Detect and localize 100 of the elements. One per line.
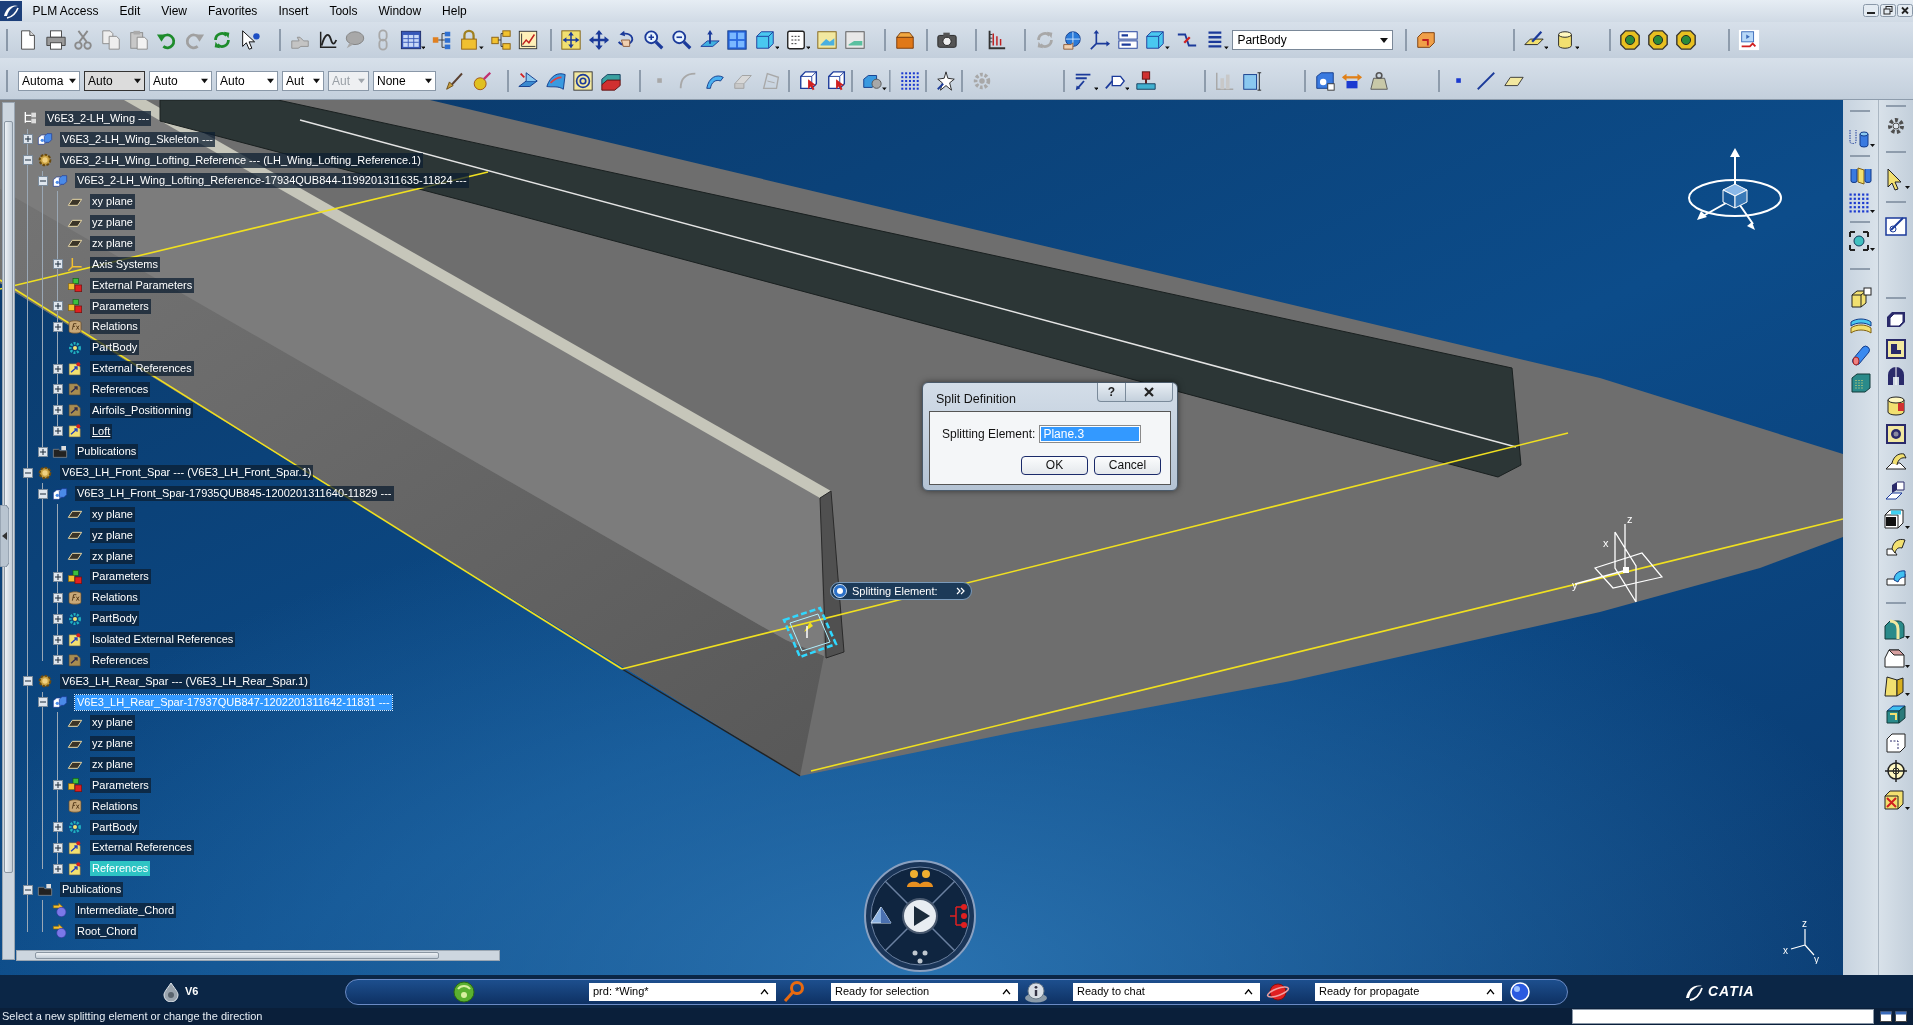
help-button[interactable]: ?: [1097, 383, 1126, 402]
expand-icon[interactable]: [52, 592, 63, 603]
expand-icon[interactable]: [52, 655, 63, 666]
gear-icon[interactable]: [66, 819, 83, 836]
orb-icon[interactable]: [452, 979, 476, 1004]
plane-handle-icon[interactable]: [780, 606, 840, 659]
tree-item[interactable]: V6E3_LH_Front_Spar --- (V6E3_LH_Front_Spar.1): [60, 465, 314, 481]
tree-item[interactable]: PartBody: [90, 611, 140, 627]
tree-item[interactable]: Publications: [75, 444, 139, 460]
chart-icon[interactable]: [517, 29, 540, 51]
cube-pointer-icon[interactable]: [797, 69, 820, 92]
sheet-icon[interactable]: [66, 402, 83, 419]
sphere-arrow-icon[interactable]: [51, 923, 68, 940]
menu-item[interactable]: Insert: [267, 2, 319, 20]
picture-icon[interactable]: [816, 29, 838, 51]
dropdown[interactable]: Auto: [84, 70, 145, 91]
scrollbar-thumb[interactable]: [35, 952, 439, 959]
printer-icon[interactable]: [44, 29, 67, 51]
folder-icon[interactable]: [51, 443, 68, 460]
axes-icon[interactable]: [66, 256, 83, 273]
expand-icon[interactable]: [52, 384, 63, 395]
play-icon[interactable]: [902, 898, 938, 934]
scrollbar-thumb[interactable]: [4, 121, 13, 873]
menu-item[interactable]: Tools: [318, 2, 368, 20]
octagon-icon[interactable]: [1647, 29, 1670, 51]
tree-item[interactable]: Intermediate_Chord: [75, 903, 177, 918]
part-icon[interactable]: [1313, 69, 1336, 92]
menu-item[interactable]: Window: [367, 2, 432, 20]
tree-item[interactable]: Relations: [90, 319, 140, 335]
dropdown[interactable]: PartBody: [1232, 30, 1394, 50]
sphere-icon[interactable]: [1508, 979, 1532, 1004]
expand-icon[interactable]: [52, 863, 63, 874]
sheet-icon[interactable]: [66, 839, 83, 856]
note-icon[interactable]: [784, 29, 811, 51]
tree-item[interactable]: yz plane: [90, 215, 135, 231]
dropdown[interactable]: Aut: [282, 70, 324, 91]
menu-item[interactable]: Edit: [109, 2, 151, 20]
blocks-icon[interactable]: [36, 131, 53, 148]
expand-icon[interactable]: [52, 613, 63, 624]
window-icon[interactable]: [1880, 1011, 1892, 1022]
tree-item[interactable]: Parameters: [90, 298, 151, 314]
cubes-icon[interactable]: [66, 777, 83, 794]
cubes-icon[interactable]: [66, 569, 83, 585]
magnifier-icon[interactable]: [782, 979, 806, 1004]
media-player-icon[interactable]: [1738, 29, 1761, 51]
four-panes-icon[interactable]: [726, 29, 749, 51]
stamp-icon[interactable]: [1135, 69, 1157, 92]
sheet-icon[interactable]: [66, 360, 83, 377]
close-button[interactable]: [1126, 383, 1173, 402]
menu-item[interactable]: PLM Access: [22, 2, 110, 20]
rounded-block-icon[interactable]: [1882, 617, 1910, 642]
blocks-icon[interactable]: [51, 694, 68, 711]
collapse-icon[interactable]: [37, 488, 48, 499]
tree-item[interactable]: External Parameters: [90, 277, 195, 293]
hole-icon[interactable]: [1884, 421, 1908, 446]
number-fields-icon[interactable]: [1116, 29, 1139, 51]
menu-item[interactable]: Help: [431, 2, 478, 20]
expand-icon[interactable]: [52, 321, 63, 332]
open-box-icon[interactable]: [1884, 702, 1908, 727]
tree-item[interactable]: V6E3_LH_Rear_Spar --- (V6E3_LH_Rear_Spar.1): [60, 673, 310, 689]
tree-item[interactable]: V6E3_LH_Front_Spar-17935QUB845-1200201311640-11829 ---: [75, 486, 394, 502]
tree-item[interactable]: PartBody: [90, 340, 140, 356]
sheet-icon[interactable]: [66, 860, 83, 877]
status-dropdown[interactable]: Ready for selection: [831, 982, 1018, 1001]
expand-icon[interactable]: [37, 446, 48, 457]
pyramid-icon[interactable]: [870, 906, 892, 924]
zoom-out-icon[interactable]: [670, 29, 693, 51]
zoom-in-icon[interactable]: [643, 29, 665, 51]
tree-item[interactable]: V6E3_2-LH_Wing_Skeleton ---: [60, 131, 216, 147]
sheet-icon[interactable]: [66, 652, 83, 669]
tapered-block-icon[interactable]: [1882, 674, 1910, 699]
tree-item[interactable]: References: [90, 652, 151, 668]
expand-icon[interactable]: [52, 363, 63, 374]
tree-item[interactable]: Parameters: [90, 569, 151, 585]
status-dropdown[interactable]: Ready to chat: [1073, 982, 1260, 1001]
star-icon[interactable]: [934, 69, 957, 92]
collapse-icon[interactable]: [22, 467, 33, 478]
octagon-icon[interactable]: [1619, 29, 1642, 51]
tree-item[interactable]: V6E3_2-LH_Wing_Lofting_Reference-17934QUB844-1199201311635-11824 ---: [75, 173, 469, 189]
sphere-arrow-icon[interactable]: [51, 902, 68, 919]
expand-icon[interactable]: [52, 301, 63, 311]
expand-icon[interactable]: [52, 842, 63, 853]
collapse-icon[interactable]: [22, 884, 33, 895]
ok-button[interactable]: OK: [1021, 456, 1088, 475]
cog-icon[interactable]: [36, 152, 53, 169]
crossed-box-icon[interactable]: [1882, 787, 1910, 812]
dropdown[interactable]: None: [373, 70, 436, 91]
nodes-icon[interactable]: [949, 904, 967, 928]
tree-item[interactable]: Parameters: [90, 777, 151, 793]
expand-icon[interactable]: [52, 780, 63, 791]
expand-icon[interactable]: [52, 259, 63, 270]
tree-item[interactable]: zx plane: [90, 236, 135, 251]
tree-item[interactable]: xy plane: [90, 715, 135, 731]
tree-item[interactable]: yz plane: [90, 736, 135, 752]
double-chevron-icon[interactable]: [956, 587, 965, 595]
folder-icon[interactable]: [36, 881, 53, 898]
line-icon[interactable]: [1475, 69, 1498, 92]
sheet-icon[interactable]: [66, 381, 83, 398]
drop-icon[interactable]: [163, 981, 179, 1002]
sheet-icon[interactable]: [66, 631, 83, 648]
